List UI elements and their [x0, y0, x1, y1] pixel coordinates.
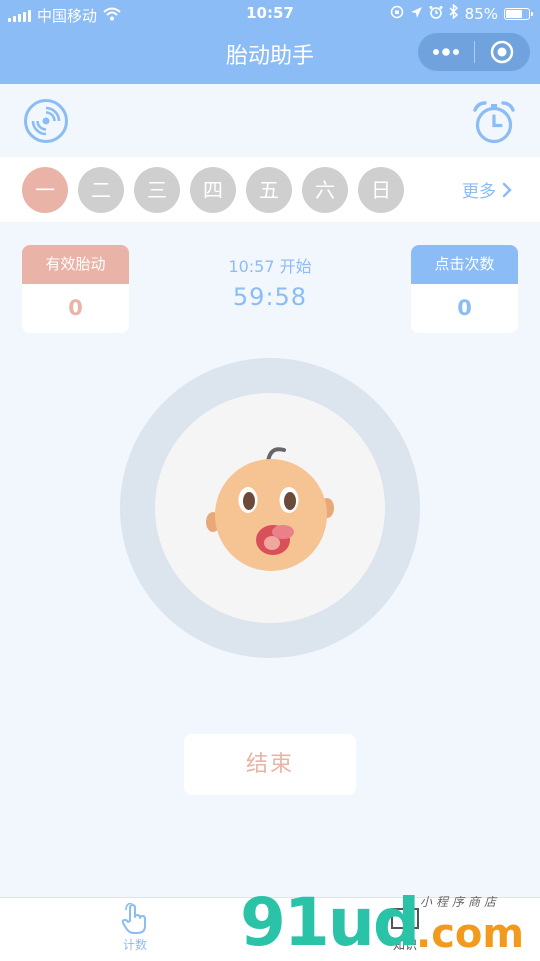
battery-icon [504, 7, 533, 20]
more-options-button[interactable] [418, 33, 474, 71]
effective-movement-value: 0 [68, 296, 83, 320]
day-button-2[interactable]: 二 [78, 167, 124, 213]
tab-count[interactable]: 计数 [90, 902, 180, 953]
day-button-5[interactable]: 五 [246, 167, 292, 213]
baby-face-icon[interactable] [200, 440, 340, 580]
day-button-3[interactable]: 三 [134, 167, 180, 213]
stopwatch-icon [473, 101, 515, 144]
start-time-text: 10:57 开始 [228, 257, 312, 276]
close-program-button[interactable] [475, 33, 531, 71]
more-dots-icon [432, 48, 459, 56]
battery-percent: 85% [464, 4, 498, 23]
target-icon [491, 40, 514, 64]
stopwatch-button[interactable] [470, 98, 518, 146]
day-selector: 一 二 三 四 五 六 日 更多 [0, 157, 540, 222]
tab-knowledge[interactable]: 知识 [360, 902, 450, 953]
book-icon [360, 902, 450, 936]
tab-knowledge-label: 知识 [392, 938, 417, 952]
top-bar: 中国移动 10:57 85% 胎动助手 [0, 0, 540, 84]
record-disc-button[interactable] [23, 98, 69, 144]
bluetooth-icon [449, 3, 459, 23]
day-button-6[interactable]: 六 [302, 167, 348, 213]
alarm-icon [429, 5, 443, 23]
tap-hand-icon [90, 902, 180, 936]
click-count-value: 0 [457, 296, 472, 320]
status-bar: 中国移动 10:57 85% [0, 0, 540, 28]
click-count-label: 点击次数 [411, 245, 518, 284]
countdown-timer: 59:58 [232, 283, 308, 311]
day-button-1[interactable]: 一 [22, 167, 68, 213]
disc-icon [24, 99, 68, 143]
chevron-right-icon [502, 182, 512, 197]
day-button-4[interactable]: 四 [190, 167, 236, 213]
effective-movement-card: 有效胎动 0 [22, 245, 129, 333]
location-icon [410, 5, 423, 23]
day-button-7[interactable]: 日 [358, 167, 404, 213]
more-link[interactable]: 更多 [462, 177, 512, 202]
click-count-card: 点击次数 0 [411, 245, 518, 333]
tab-bar: 计数 知识 [0, 897, 540, 961]
effective-movement-label: 有效胎动 [22, 245, 129, 284]
more-label: 更多 [462, 182, 496, 202]
end-button[interactable]: 结束 [184, 734, 356, 795]
mini-program-capsule [418, 33, 530, 71]
status-right: 85% [390, 3, 533, 23]
tab-count-label: 计数 [122, 938, 147, 952]
rotation-lock-icon [390, 5, 404, 23]
